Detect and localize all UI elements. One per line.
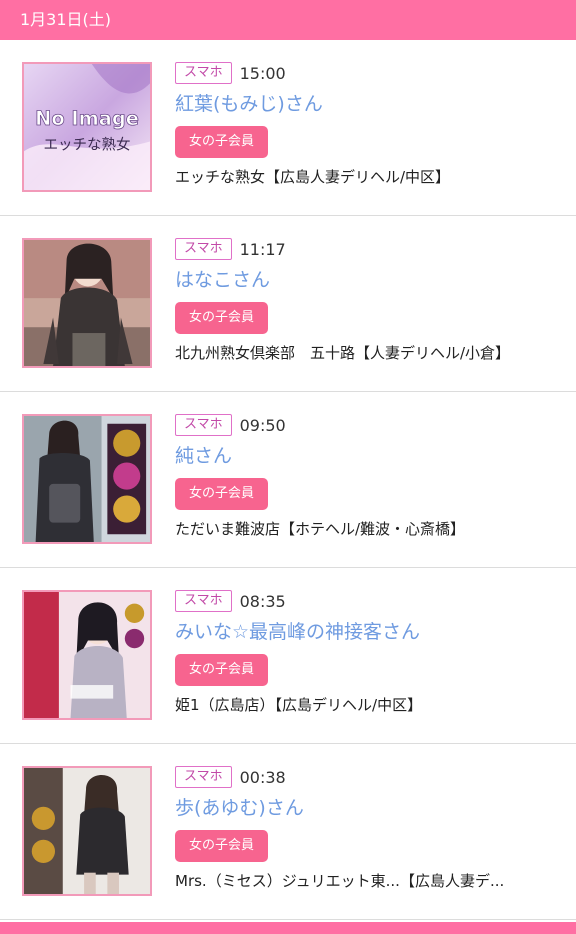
device-badge: スマホ: [175, 590, 232, 612]
shop-name: Mrs.（ミセス）ジュリエット東...【広島人妻デ...: [175, 872, 505, 890]
member-badge: 女の子会員: [175, 830, 269, 862]
device-badge: スマホ: [175, 62, 232, 84]
device-badge: スマホ: [175, 238, 232, 260]
girl-name-link[interactable]: 歩(あゆむ)さん: [175, 794, 568, 822]
thumbnail-image[interactable]: [22, 414, 152, 544]
girl-name-link[interactable]: 純さん: [175, 442, 568, 470]
girl-name-link[interactable]: はなこさん: [175, 266, 568, 294]
thumbnail-image[interactable]: [22, 590, 152, 720]
girl-name-link[interactable]: みいな☆最高峰の神接客さん: [175, 618, 568, 646]
list-item[interactable]: スマホ 00:38 歩(あゆむ)さん 女の子会員 Mrs.（ミセス）ジュリエット…: [0, 744, 576, 920]
shop-name: エッチな熟女【広島人妻デリヘル/中区】: [175, 168, 451, 186]
thumbnail-image[interactable]: No Image エッチな熟女: [22, 62, 152, 192]
post-time: 09:50: [239, 415, 286, 435]
date-header: 1月31日(土): [0, 0, 576, 40]
list-item[interactable]: スマホ 08:35 みいな☆最高峰の神接客さん 女の子会員 姫1（広島店）【広島…: [0, 568, 576, 744]
shop-name: 北九州熟女倶楽部 五十路【人妻デリヘル/小倉】: [175, 344, 511, 362]
girl-name-link[interactable]: 紅葉(もみじ)さん: [175, 90, 568, 118]
device-badge: スマホ: [175, 414, 232, 436]
thumb-text-2: エッチな熟女: [43, 135, 130, 153]
diary-list: No Image エッチな熟女 スマホ 15:00 紅葉(もみじ)さん 女の子会…: [0, 40, 576, 920]
post-time: 15:00: [239, 63, 286, 83]
list-item[interactable]: スマホ 11:17 はなこさん 女の子会員 北九州熟女倶楽部 五十路【人妻デリヘ…: [0, 216, 576, 392]
member-badge: 女の子会員: [175, 478, 269, 510]
shop-name: ただいま難波店【ホテヘル/難波・心斎橋】: [175, 520, 466, 538]
footer-bar: [0, 922, 576, 934]
member-badge: 女の子会員: [175, 302, 269, 334]
post-time: 08:35: [239, 591, 286, 611]
list-item[interactable]: No Image エッチな熟女 スマホ 15:00 紅葉(もみじ)さん 女の子会…: [0, 40, 576, 216]
list-item[interactable]: スマホ 09:50 純さん 女の子会員 ただいま難波店【ホテヘル/難波・心斎橋】: [0, 392, 576, 568]
thumbnail-image[interactable]: [22, 766, 152, 896]
date-label: 1月31日(土): [20, 10, 112, 29]
member-badge: 女の子会員: [175, 126, 269, 158]
device-badge: スマホ: [175, 766, 232, 788]
thumbnail-image[interactable]: [22, 238, 152, 368]
post-time: 11:17: [239, 239, 286, 259]
post-time: 00:38: [239, 767, 286, 787]
member-badge: 女の子会員: [175, 654, 269, 686]
shop-name: 姫1（広島店）【広島デリヘル/中区】: [175, 696, 423, 714]
thumb-text-1: No Image: [35, 107, 139, 130]
